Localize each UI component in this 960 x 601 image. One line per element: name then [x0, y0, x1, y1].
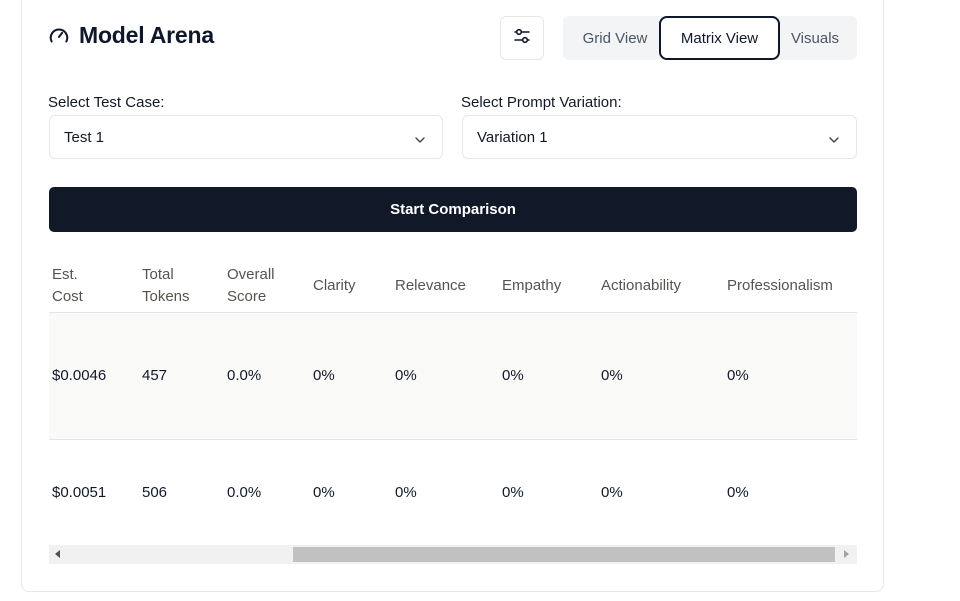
scroll-right-arrow-icon[interactable] [844, 550, 849, 558]
cell-professionalism: 0% [727, 484, 749, 501]
prompt-variation-select[interactable]: Variation 1 [462, 115, 857, 159]
start-comparison-button[interactable]: Start Comparison [49, 187, 857, 232]
test-case-value: Test 1 [64, 129, 105, 146]
chevron-down-icon [828, 132, 840, 150]
gauge-icon [48, 25, 70, 47]
view-tabs: Grid View Matrix View Visuals [563, 16, 857, 60]
comparison-matrix-table: Est. Cost Total Tokens Overall Score Clarit… [49, 252, 857, 545]
cell-actionability: 0% [601, 367, 623, 384]
column-header-empathy: Empathy [502, 277, 562, 294]
horizontal-scrollbar[interactable] [49, 545, 857, 564]
tab-grid-view[interactable]: Grid View [569, 16, 661, 60]
page-header: Model Arena [48, 22, 214, 49]
scroll-left-arrow-icon[interactable] [55, 550, 60, 558]
cell-relevance: 0% [395, 367, 417, 384]
scrollbar-thumb[interactable] [293, 547, 835, 562]
cell-clarity: 0% [313, 367, 335, 384]
cell-professionalism: 0% [727, 367, 749, 384]
column-header-professionalism: Professionalism [727, 277, 833, 294]
cell-clarity: 0% [313, 484, 335, 501]
column-header-total-tokens: Total Tokens [142, 266, 190, 305]
filter-settings-button[interactable] [500, 16, 544, 60]
column-header-relevance: Relevance [395, 277, 466, 294]
chevron-down-icon [414, 132, 426, 150]
table-row: $0.0051 506 0.0% 0% 0% 0% 0% 0% [49, 440, 857, 545]
page-title: Model Arena [79, 22, 214, 48]
cell-empathy: 0% [502, 484, 524, 501]
sliders-icon [513, 27, 531, 50]
prompt-variation-label: Select Prompt Variation: [461, 94, 622, 111]
column-header-est-cost: Est. Cost [52, 266, 83, 305]
cell-overall-score: 0.0% [227, 367, 262, 384]
cell-total-tokens: 457 [142, 367, 168, 384]
column-header-clarity: Clarity [313, 277, 356, 294]
prompt-variation-value: Variation 1 [477, 129, 548, 146]
cell-empathy: 0% [502, 367, 524, 384]
test-case-label: Select Test Case: [48, 94, 165, 111]
cell-relevance: 0% [395, 484, 417, 501]
cell-actionability: 0% [601, 484, 623, 501]
cell-est-cost: $0.0046 [52, 367, 107, 384]
table-row: $0.0046 457 0.0% 0% 0% 0% 0% 0% [49, 313, 857, 440]
tab-matrix-view[interactable]: Matrix View [659, 16, 780, 60]
column-header-overall-score: Overall Score [227, 266, 275, 305]
cell-est-cost: $0.0051 [52, 484, 107, 501]
cell-total-tokens: 506 [142, 484, 168, 501]
column-header-actionability: Actionability [601, 277, 682, 294]
tab-visuals[interactable]: Visuals [780, 16, 850, 60]
test-case-select[interactable]: Test 1 [49, 115, 443, 159]
cell-overall-score: 0.0% [227, 484, 262, 501]
